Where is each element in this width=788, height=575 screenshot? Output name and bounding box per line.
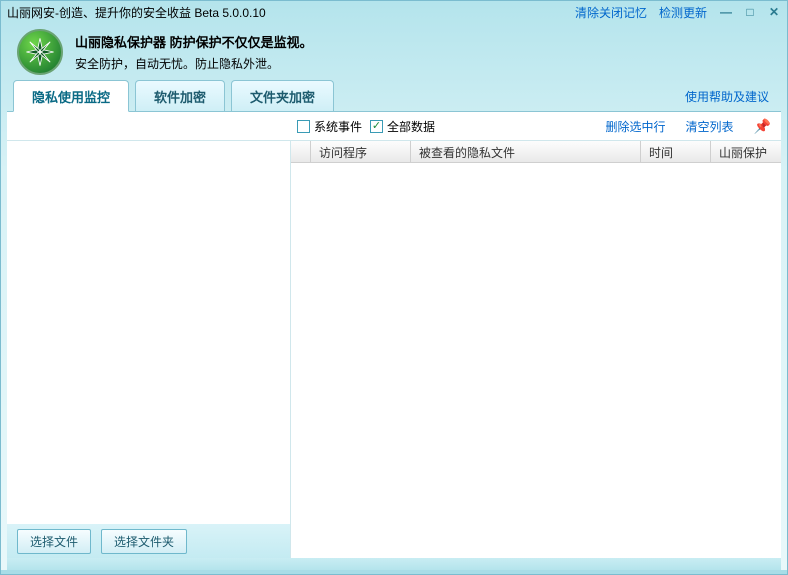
tab-folder-encrypt[interactable]: 文件夹加密 — [231, 80, 334, 111]
tab-privacy-monitor[interactable]: 隐私使用监控 — [13, 80, 129, 112]
col-blank[interactable] — [291, 141, 311, 162]
checkbox-icon — [297, 120, 310, 133]
select-folder-button[interactable]: 选择文件夹 — [101, 529, 187, 554]
tab-row: 隐私使用监控 软件加密 文件夹加密 使用帮助及建议 — [1, 81, 787, 111]
table-body[interactable] — [291, 163, 781, 558]
close-button[interactable]: ✕ — [767, 5, 781, 19]
clear-list-link[interactable]: 清空列表 — [686, 118, 734, 135]
table-header: 访问程序 被查看的隐私文件 时间 山丽保护 — [291, 141, 781, 163]
clear-close-memory-link[interactable]: 清除关闭记忆 — [575, 4, 647, 21]
banner-subline: 安全防护，自动无忧。防止隐私外泄。 — [75, 55, 313, 72]
banner-headline: 山丽隐私保护器 防护保护不仅仅是监视。 — [75, 32, 313, 51]
banner-text: 山丽隐私保护器 防护保护不仅仅是监视。 安全防护，自动无忧。防止隐私外泄。 — [75, 32, 313, 72]
check-update-link[interactable]: 检测更新 — [659, 4, 707, 21]
minimize-button[interactable]: — — [719, 5, 733, 19]
select-file-button[interactable]: 选择文件 — [17, 529, 91, 554]
app-logo-icon — [17, 29, 63, 75]
content-area: 系统事件 全部数据 删除选中行 清空列表 📌 选择文件 选择文件夹 — [7, 111, 781, 558]
delete-selected-link[interactable]: 删除选中行 — [606, 118, 666, 135]
titlebar: 山丽网安-创造、提升你的安全收益 Beta 5.0.0.10 清除关闭记忆 检测… — [1, 1, 787, 23]
bottom-strip — [7, 558, 781, 570]
banner: 山丽隐私保护器 防护保护不仅仅是监视。 安全防护，自动无忧。防止隐私外泄。 — [1, 23, 787, 81]
system-events-label: 系统事件 — [314, 118, 362, 135]
col-time[interactable]: 时间 — [641, 141, 711, 162]
window-controls: — □ ✕ — [719, 5, 781, 19]
help-suggestions-link[interactable]: 使用帮助及建议 — [685, 88, 769, 105]
col-viewed-file[interactable]: 被查看的隐私文件 — [411, 141, 641, 162]
right-panel: 访问程序 被查看的隐私文件 时间 山丽保护 — [291, 141, 781, 558]
tab-software-encrypt[interactable]: 软件加密 — [135, 80, 225, 111]
checkbox-checked-icon — [370, 120, 383, 133]
footer — [1, 570, 787, 574]
body-row: 选择文件 选择文件夹 访问程序 被查看的隐私文件 时间 山丽保护 — [7, 140, 781, 558]
maximize-button[interactable]: □ — [743, 5, 757, 19]
window-title: 山丽网安-创造、提升你的安全收益 Beta 5.0.0.10 — [7, 4, 266, 21]
left-panel: 选择文件 选择文件夹 — [7, 141, 291, 558]
toolbar-row: 系统事件 全部数据 删除选中行 清空列表 📌 — [7, 112, 781, 140]
left-buttons-bar: 选择文件 选择文件夹 — [7, 524, 290, 558]
col-program[interactable]: 访问程序 — [311, 141, 411, 162]
pin-icon[interactable]: 📌 — [754, 118, 771, 135]
col-protect[interactable]: 山丽保护 — [711, 141, 781, 162]
all-data-label: 全部数据 — [387, 118, 435, 135]
app-window: 山丽网安-创造、提升你的安全收益 Beta 5.0.0.10 清除关闭记忆 检测… — [0, 0, 788, 575]
all-data-checkbox[interactable]: 全部数据 — [370, 118, 435, 135]
system-events-checkbox[interactable]: 系统事件 — [297, 118, 362, 135]
file-tree-area[interactable] — [7, 141, 290, 524]
